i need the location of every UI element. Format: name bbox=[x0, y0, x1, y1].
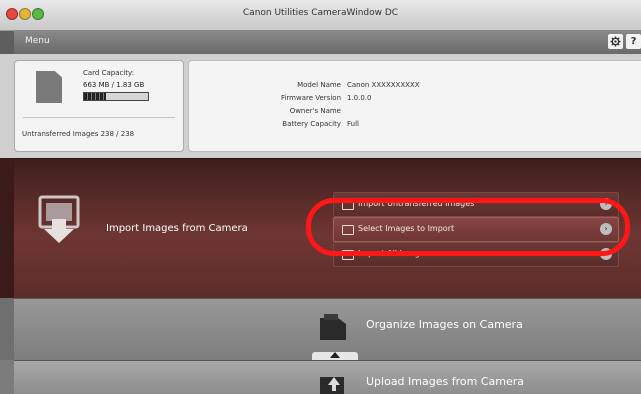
firmware-version-label: Firmware Version bbox=[280, 94, 341, 102]
owner-name-label: Owner's Name bbox=[289, 107, 341, 115]
upload-section-edge bbox=[0, 360, 14, 394]
battery-capacity-label: Battery Capacity bbox=[282, 120, 341, 128]
battery-capacity-value: Full bbox=[347, 120, 359, 128]
import-images-icon bbox=[38, 195, 80, 243]
menu-bar: Menu ? bbox=[14, 30, 641, 55]
organize-images-title: Organize Images on Camera bbox=[366, 318, 523, 331]
window-title: Canon Utilities CameraWindow DC bbox=[242, 8, 399, 18]
import-section-edge bbox=[0, 158, 14, 298]
app-window: Canon Utilities CameraWindow DC Menu ? C… bbox=[0, 0, 641, 394]
highlight-annotation bbox=[306, 198, 630, 256]
memory-card-icon bbox=[36, 71, 62, 103]
camera-info-box: Model Name Canon XXXXXXXXXX Firmware Ver… bbox=[188, 60, 641, 152]
camera-memory-card-icon bbox=[320, 314, 346, 340]
untransferred-images-count: Untransferred Images 238 / 238 bbox=[22, 130, 135, 138]
divider bbox=[23, 117, 175, 118]
import-images-title: Import Images from Camera bbox=[106, 223, 248, 234]
title-bar: Canon Utilities CameraWindow DC bbox=[0, 0, 641, 31]
card-capacity-bar bbox=[83, 92, 149, 101]
help-button[interactable]: ? bbox=[626, 34, 641, 49]
firmware-version-value: 1.0.0.0 bbox=[347, 94, 372, 102]
upload-icon bbox=[320, 377, 344, 394]
gear-icon bbox=[610, 36, 621, 47]
settings-button[interactable] bbox=[608, 34, 623, 49]
model-name-label: Model Name bbox=[297, 81, 341, 89]
chevron-up-icon bbox=[330, 352, 340, 358]
model-name-value: Canon XXXXXXXXXX bbox=[347, 81, 420, 89]
card-info-box: Card Capacity: 663 MB / 1.83 GB Untransf… bbox=[14, 60, 184, 152]
card-capacity-label: Card Capacity: bbox=[83, 69, 135, 77]
organize-section-edge bbox=[0, 298, 14, 360]
menu-button[interactable]: Menu bbox=[25, 36, 50, 46]
card-capacity-value: 663 MB / 1.83 GB bbox=[83, 81, 145, 89]
card-capacity-fill bbox=[84, 93, 107, 100]
upload-images-title: Upload Images from Camera bbox=[366, 375, 524, 388]
